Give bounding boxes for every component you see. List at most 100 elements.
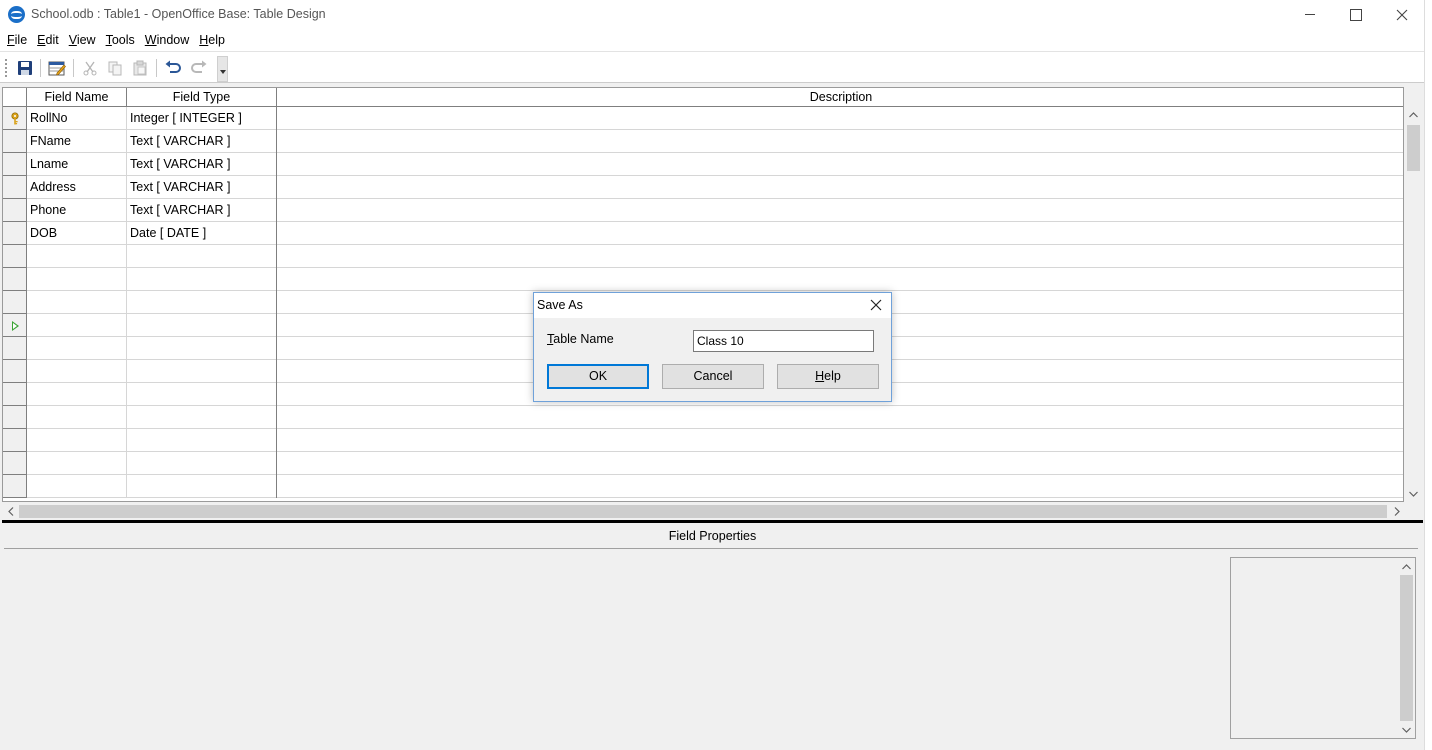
- description-cell[interactable]: [277, 199, 1403, 222]
- row-selector[interactable]: [3, 222, 27, 245]
- menu-edit[interactable]: Edit: [32, 33, 64, 47]
- table-row[interactable]: [3, 475, 1403, 498]
- description-cell[interactable]: [277, 107, 1403, 130]
- row-selector[interactable]: [3, 130, 27, 153]
- row-selector[interactable]: [3, 429, 27, 452]
- field-type-cell[interactable]: [127, 360, 277, 383]
- row-selector[interactable]: [3, 268, 27, 291]
- row-selector[interactable]: [3, 314, 27, 337]
- field-type-cell[interactable]: Text [ VARCHAR ]: [127, 153, 277, 176]
- field-type-cell[interactable]: Text [ VARCHAR ]: [127, 130, 277, 153]
- scroll-thumb[interactable]: [1407, 125, 1420, 171]
- grid-vertical-scrollbar[interactable]: [1405, 106, 1422, 502]
- field-name-cell[interactable]: [27, 383, 127, 406]
- table-row[interactable]: [3, 429, 1403, 452]
- close-icon[interactable]: [869, 298, 883, 312]
- field-name-cell[interactable]: [27, 360, 127, 383]
- row-selector[interactable]: [3, 291, 27, 314]
- table-row[interactable]: [3, 245, 1403, 268]
- field-type-cell[interactable]: [127, 337, 277, 360]
- table-row[interactable]: RollNo Integer [ INTEGER ]: [3, 107, 1403, 130]
- field-type-cell[interactable]: [127, 429, 277, 452]
- row-selector[interactable]: [3, 107, 27, 130]
- description-cell[interactable]: [277, 452, 1403, 475]
- maximize-button[interactable]: [1333, 0, 1379, 29]
- description-cell[interactable]: [277, 475, 1403, 498]
- row-selector[interactable]: [3, 337, 27, 360]
- scroll-down-arrow-icon[interactable]: [1405, 485, 1422, 502]
- table-row[interactable]: [3, 452, 1403, 475]
- save-button[interactable]: [14, 57, 36, 79]
- scroll-thumb[interactable]: [19, 505, 1387, 518]
- field-type-cell[interactable]: Text [ VARCHAR ]: [127, 199, 277, 222]
- row-selector[interactable]: [3, 153, 27, 176]
- pane-splitter[interactable]: [2, 520, 1423, 523]
- row-selector[interactable]: [3, 199, 27, 222]
- description-cell[interactable]: [277, 153, 1403, 176]
- column-header-description[interactable]: Description: [277, 88, 1403, 107]
- description-cell[interactable]: [277, 130, 1403, 153]
- field-type-cell[interactable]: [127, 291, 277, 314]
- menu-file[interactable]: File: [2, 33, 32, 47]
- table-row[interactable]: FName Text [ VARCHAR ]: [3, 130, 1403, 153]
- field-name-cell[interactable]: [27, 245, 127, 268]
- undo-button[interactable]: [162, 57, 184, 79]
- scroll-right-arrow-icon[interactable]: [1388, 503, 1405, 520]
- field-type-cell[interactable]: [127, 452, 277, 475]
- field-type-cell[interactable]: [127, 268, 277, 291]
- field-name-cell[interactable]: Lname: [27, 153, 127, 176]
- field-name-cell[interactable]: [27, 475, 127, 498]
- menu-window[interactable]: Window: [140, 33, 194, 47]
- menu-help[interactable]: Help: [194, 33, 230, 47]
- minimize-button[interactable]: [1287, 0, 1333, 29]
- table-name-input[interactable]: [693, 330, 874, 352]
- field-type-cell[interactable]: [127, 314, 277, 337]
- field-type-cell[interactable]: [127, 245, 277, 268]
- description-cell[interactable]: [277, 429, 1403, 452]
- description-cell[interactable]: [277, 406, 1403, 429]
- menu-tools[interactable]: Tools: [101, 33, 140, 47]
- close-window-button[interactable]: [1379, 0, 1425, 29]
- scroll-up-arrow-icon[interactable]: [1405, 106, 1422, 123]
- field-name-cell[interactable]: FName: [27, 130, 127, 153]
- field-name-cell[interactable]: RollNo: [27, 107, 127, 130]
- row-selector[interactable]: [3, 406, 27, 429]
- description-cell[interactable]: [277, 245, 1403, 268]
- toolbar-grip[interactable]: [5, 59, 7, 77]
- help-button[interactable]: Help: [777, 364, 879, 389]
- ok-button[interactable]: OK: [547, 364, 649, 389]
- row-selector[interactable]: [3, 452, 27, 475]
- row-selector[interactable]: [3, 383, 27, 406]
- field-name-cell[interactable]: Address: [27, 176, 127, 199]
- field-name-cell[interactable]: [27, 337, 127, 360]
- field-type-cell[interactable]: [127, 383, 277, 406]
- row-selector[interactable]: [3, 176, 27, 199]
- edit-table-button[interactable]: [46, 57, 68, 79]
- column-header-field-type[interactable]: Field Type: [127, 88, 277, 107]
- field-name-cell[interactable]: DOB: [27, 222, 127, 245]
- table-row[interactable]: [3, 406, 1403, 429]
- table-row[interactable]: Lname Text [ VARCHAR ]: [3, 153, 1403, 176]
- table-row[interactable]: Address Text [ VARCHAR ]: [3, 176, 1403, 199]
- scroll-thumb[interactable]: [1400, 575, 1413, 721]
- field-name-cell[interactable]: [27, 291, 127, 314]
- table-row[interactable]: DOB Date [ DATE ]: [3, 222, 1403, 245]
- menu-view[interactable]: View: [64, 33, 101, 47]
- field-type-cell[interactable]: [127, 475, 277, 498]
- field-type-cell[interactable]: Text [ VARCHAR ]: [127, 176, 277, 199]
- scroll-down-arrow-icon[interactable]: [1398, 721, 1415, 738]
- scroll-left-arrow-icon[interactable]: [2, 503, 19, 520]
- row-selector[interactable]: [3, 360, 27, 383]
- column-header-field-name[interactable]: Field Name: [27, 88, 127, 107]
- grid-horizontal-scrollbar[interactable]: [2, 503, 1405, 520]
- field-type-cell[interactable]: [127, 406, 277, 429]
- field-name-cell[interactable]: [27, 452, 127, 475]
- field-name-cell[interactable]: [27, 429, 127, 452]
- more-options-icon[interactable]: [217, 56, 228, 82]
- description-cell[interactable]: [277, 176, 1403, 199]
- cancel-button[interactable]: Cancel: [662, 364, 764, 389]
- field-name-cell[interactable]: [27, 314, 127, 337]
- table-row[interactable]: [3, 268, 1403, 291]
- field-name-cell[interactable]: [27, 406, 127, 429]
- field-type-cell[interactable]: Integer [ INTEGER ]: [127, 107, 277, 130]
